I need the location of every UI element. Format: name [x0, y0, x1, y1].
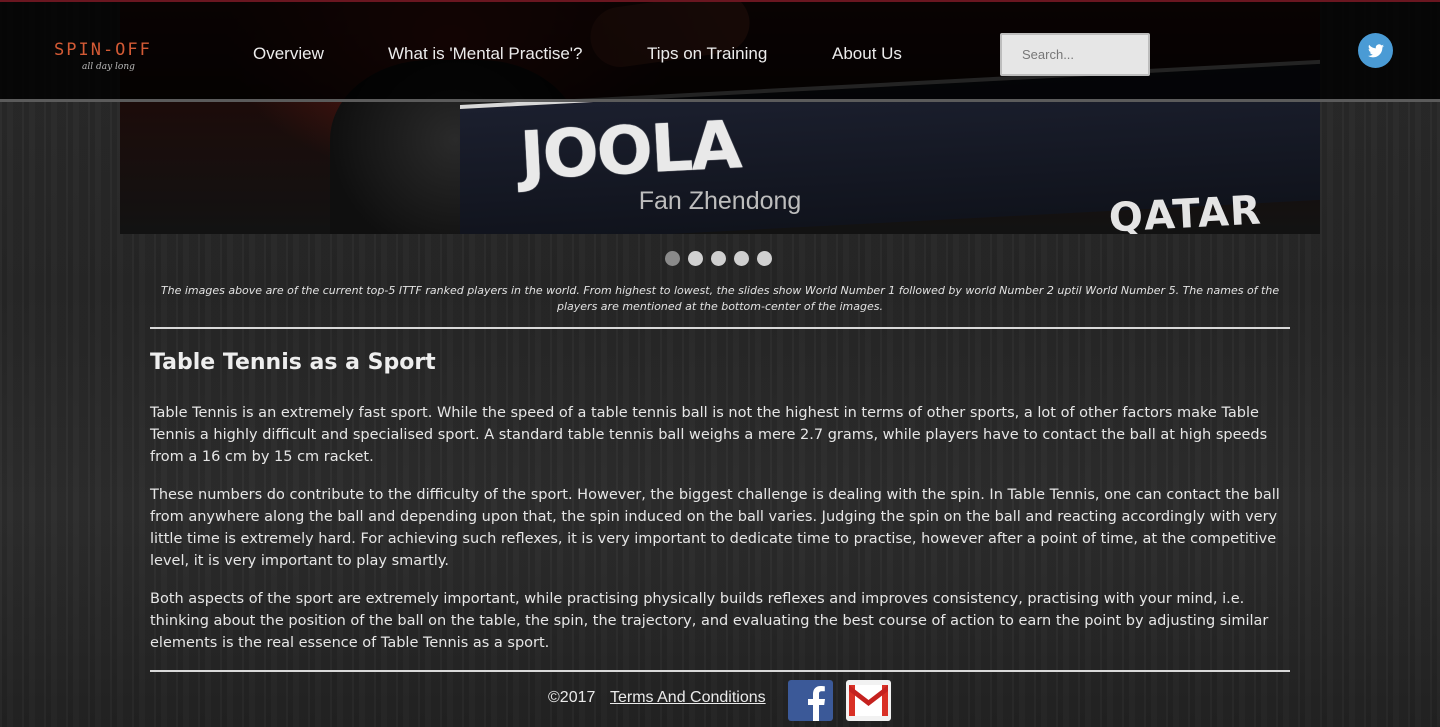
divider-bottom — [150, 670, 1290, 672]
facebook-icon — [808, 686, 825, 721]
slide-caption: Fan Zhendong — [638, 187, 802, 215]
nav-overview[interactable]: Overview — [253, 44, 324, 64]
facebook-button[interactable] — [788, 680, 833, 721]
nav-about-us[interactable]: About Us — [832, 44, 902, 64]
slide-indicators — [665, 251, 772, 266]
nav-mental-practise[interactable]: What is 'Mental Practise'? — [388, 44, 583, 64]
logo-name: SPIN-OFF — [54, 40, 152, 60]
gmail-button[interactable] — [846, 680, 891, 721]
site-header: SPIN-OFF all day long Overview What is '… — [0, 0, 1440, 102]
paragraph-1: Table Tennis is an extremely fast sport.… — [150, 405, 1268, 465]
search-input[interactable] — [1000, 33, 1150, 76]
slide-dot-5[interactable] — [757, 251, 772, 266]
nav-tips-on-training[interactable]: Tips on Training — [647, 44, 767, 64]
slideshow-note: The images above are of the current top-… — [160, 284, 1280, 313]
gmail-icon — [849, 685, 888, 716]
paragraph-2: These numbers do contribute to the diffi… — [150, 487, 1280, 569]
twitter-button[interactable] — [1358, 33, 1393, 68]
copyright-text: ©2017 — [548, 689, 596, 706]
section-title: Table Tennis as a Sport — [150, 350, 436, 375]
slide-dot-3[interactable] — [711, 251, 726, 266]
logo-tagline: all day long — [82, 62, 135, 72]
site-logo[interactable]: SPIN-OFF all day long — [54, 40, 174, 72]
twitter-icon — [1367, 43, 1384, 57]
divider-top — [150, 327, 1290, 329]
terms-link[interactable]: Terms And Conditions — [610, 689, 766, 707]
table-brand-text: JOOLA — [518, 106, 742, 195]
slide-dot-4[interactable] — [734, 251, 749, 266]
slide-dot-2[interactable] — [688, 251, 703, 266]
paragraph-3: Both aspects of the sport are extremely … — [150, 591, 1269, 651]
slide-dot-1[interactable] — [665, 251, 680, 266]
